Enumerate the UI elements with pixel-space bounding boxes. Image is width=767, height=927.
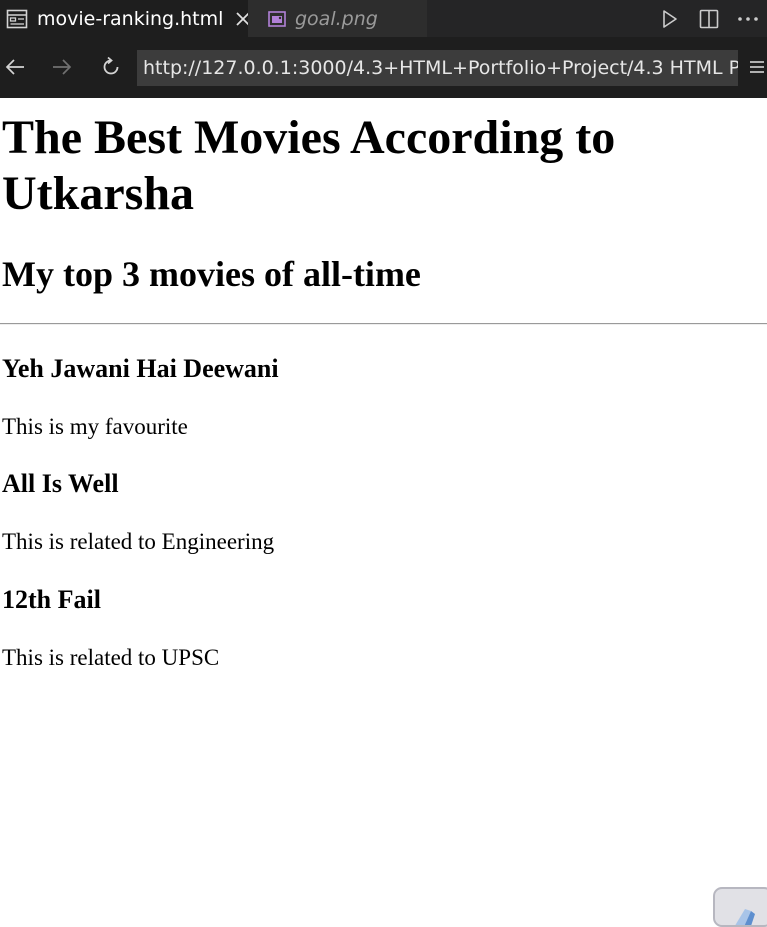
pen-icon: [735, 909, 755, 925]
more-icon[interactable]: [728, 0, 767, 37]
page-content: The Best Movies According to Utkarsha My…: [0, 98, 767, 920]
tab-label: movie-ranking.html: [37, 7, 224, 30]
browser-navigation-bar: http://127.0.0.1:3000/4.3+HTML+Portfolio…: [0, 37, 767, 98]
reload-icon[interactable]: [96, 49, 126, 85]
movie-title: All Is Well: [2, 469, 119, 498]
menu-icon[interactable]: [746, 49, 767, 85]
image-icon: [268, 10, 286, 27]
movie-description: This is my favourite: [2, 414, 188, 439]
movie-title: Yeh Jawani Hai Deewani: [2, 354, 279, 383]
tab-movie-ranking[interactable]: movie-ranking.html: [0, 0, 251, 37]
run-icon[interactable]: [650, 0, 689, 37]
forward-arrow-icon[interactable]: [47, 49, 77, 85]
divider: [0, 323, 767, 325]
preview-icon: [6, 9, 28, 29]
movie-description: This is related to Engineering: [2, 529, 275, 554]
floating-action-button[interactable]: [713, 887, 767, 927]
editor-tab-bar: movie-ranking.html goal.png: [0, 0, 767, 37]
movie-title: 12th Fail: [2, 585, 101, 614]
page-title: The Best Movies According to Utkarsha: [2, 111, 616, 220]
split-editor-icon[interactable]: [689, 0, 728, 37]
editor-actions: [650, 0, 767, 37]
movie-description: This is related to UPSC: [2, 645, 220, 670]
page-subtitle: My top 3 movies of all-time: [2, 254, 421, 294]
url-input[interactable]: http://127.0.0.1:3000/4.3+HTML+Portfolio…: [137, 50, 738, 86]
back-arrow-icon[interactable]: [0, 49, 30, 85]
tab-goal-png[interactable]: goal.png: [248, 0, 427, 37]
tab-label: goal.png: [295, 7, 378, 30]
